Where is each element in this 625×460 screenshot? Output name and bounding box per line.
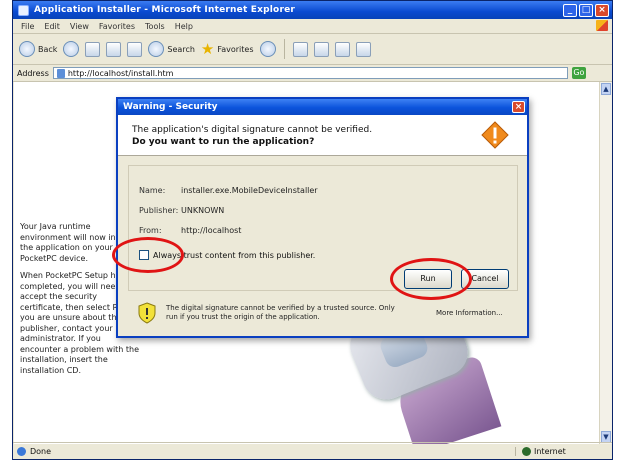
dialog-footer: The digital signature cannot be verified… (128, 296, 518, 330)
annotation-circle-run-button (390, 258, 472, 300)
address-label: Address (17, 68, 49, 78)
menu-bar: File Edit View Favorites Tools Help (13, 19, 612, 34)
close-button[interactable]: × (595, 3, 609, 17)
field-publisher-value: UNKNOWN (181, 206, 225, 215)
dialog-header: The application's digital signature cann… (118, 115, 527, 156)
shield-warning-icon (138, 302, 156, 324)
more-info-link[interactable]: More Information... (436, 309, 503, 317)
browser-toolbar: Back Search ★ Favorites (13, 34, 612, 65)
field-from-label: From: (139, 226, 162, 235)
menu-favorites[interactable]: Favorites (99, 22, 135, 31)
field-publisher-label: Publisher: (139, 206, 179, 215)
status-zone: Internet (515, 446, 612, 456)
warning-icon (481, 121, 509, 149)
dialog-message: The application's digital signature cann… (132, 124, 452, 148)
browser-titlebar: Application Installer - Microsoft Intern… (13, 1, 612, 19)
field-from-value: http://localhost (181, 226, 242, 235)
menu-view[interactable]: View (70, 22, 89, 31)
edit-button[interactable] (334, 41, 350, 57)
dialog-title: Warning - Security (123, 102, 218, 112)
home-button[interactable] (127, 41, 143, 57)
field-publisher: Publisher: UNKNOWN (139, 206, 224, 215)
search-label: Search (167, 44, 195, 54)
menu-tools[interactable]: Tools (145, 22, 165, 31)
address-bar: Address http://localhost/install.htm Go (13, 65, 612, 82)
dialog-close-button[interactable]: × (512, 101, 525, 113)
annotation-circle-checkbox (112, 237, 184, 273)
field-name-label: Name: (139, 186, 166, 195)
field-name-value: installer.exe.MobileDeviceInstaller (181, 186, 318, 195)
go-button[interactable]: Go (571, 67, 586, 79)
footer-text: The digital signature cannot be verified… (166, 304, 395, 321)
window-title: Application Installer - Microsoft Intern… (34, 5, 296, 15)
stop-button[interactable] (85, 41, 101, 57)
field-name: Name: installer.exe.MobileDeviceInstalle… (139, 186, 318, 195)
status-left: Done (13, 446, 515, 456)
address-input[interactable]: http://localhost/install.htm (52, 67, 568, 79)
forward-button[interactable] (63, 41, 80, 57)
field-from: From: http://localhost (139, 226, 241, 235)
favorites-label: Favorites (217, 44, 254, 54)
favorites-star-icon: ★ (200, 39, 215, 58)
back-button[interactable]: Back (19, 38, 57, 60)
scroll-up-icon[interactable]: ▲ (601, 83, 611, 95)
refresh-button[interactable] (106, 41, 122, 57)
print-button[interactable] (313, 41, 329, 57)
history-button[interactable] (259, 41, 276, 57)
internet-zone-icon (522, 446, 531, 456)
search-button[interactable]: Search (148, 38, 195, 60)
status-bar: Done Internet (13, 442, 612, 459)
search-icon (148, 41, 165, 57)
menu-file[interactable]: File (21, 22, 34, 31)
dialog-message-line1: The application's digital signature cann… (132, 125, 373, 135)
zone-text: Internet (534, 446, 566, 456)
window-controls: _ □ × (563, 3, 609, 17)
status-text: Done (30, 446, 52, 456)
security-warning-dialog: Warning - Security × The application's d… (116, 97, 529, 338)
dialog-message-line2: Do you want to run the application? (132, 137, 315, 147)
minimize-button[interactable]: _ (563, 3, 577, 17)
back-arrow-icon (19, 41, 35, 57)
address-value: http://localhost/install.htm (67, 68, 174, 78)
windows-flag-icon (596, 20, 608, 31)
menu-help[interactable]: Help (175, 22, 193, 31)
internet-explorer-icon (18, 4, 29, 16)
menu-edit[interactable]: Edit (44, 22, 60, 31)
page-icon (56, 68, 65, 78)
favorites-button[interactable]: ★ Favorites (201, 38, 254, 60)
discuss-button[interactable] (355, 41, 371, 57)
toolbar-separator (283, 39, 285, 59)
page-status-icon (17, 446, 26, 456)
vertical-scrollbar[interactable]: ▲ ▼ (599, 82, 612, 444)
back-label: Back (38, 44, 58, 54)
maximize-button[interactable]: □ (579, 3, 593, 17)
mail-button[interactable] (292, 41, 308, 57)
dialog-titlebar: Warning - Security × (118, 99, 527, 115)
